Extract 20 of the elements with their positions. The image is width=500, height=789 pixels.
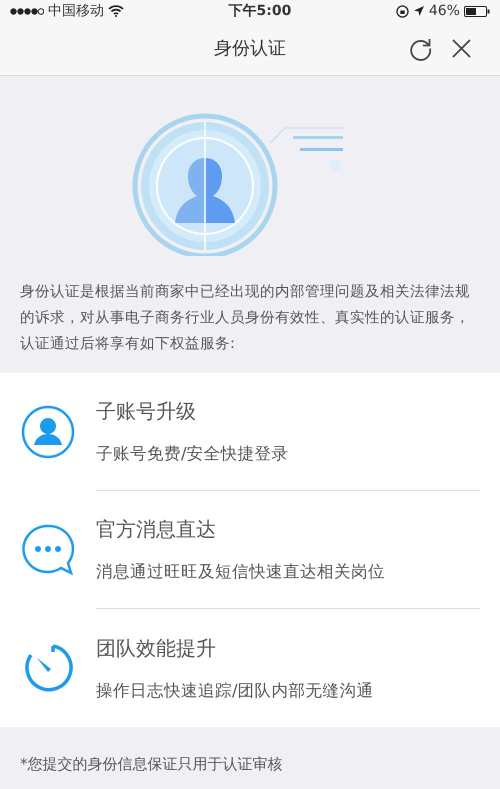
benefit-title: 官方消息直达: [96, 516, 217, 544]
benefit-title: 团队效能提升: [96, 634, 217, 662]
benefit-title: 子账号升级: [96, 398, 197, 426]
carrier-name: 中国移动: [48, 2, 104, 20]
status-time: 下午5:00: [228, 2, 292, 20]
benefit-description: 操作日志快速追踪/团队内部无缝沟通: [96, 680, 375, 702]
rotation-lock-icon: [396, 4, 409, 18]
page-title: 身份认证: [214, 37, 286, 61]
benefit-description: 消息通过旺旺及短信快速直达相关岗位: [96, 561, 386, 584]
battery-level: 46%: [428, 2, 460, 20]
refresh-icon[interactable]: [408, 36, 433, 61]
benefit-description: 子账号免费/安全快捷登录: [96, 443, 290, 466]
intro-paragraph: 身份认证是根据当前商家中已经出现的内部管理问题及相关法律法规的诉求，对从事电子商务行业人员身份有效性、真实性的认证服务，认证通过后将享有如下权益服务:: [19, 282, 471, 354]
wifi-icon: [108, 5, 124, 17]
battery-icon: [464, 6, 490, 16]
footnote: *您提交的身份信息保证只用于认证审核: [19, 754, 284, 775]
user-icon: [21, 405, 75, 459]
signal-icon: [10, 8, 44, 14]
chat-bubble-icon: [21, 523, 75, 577]
location-icon: [412, 5, 425, 17]
